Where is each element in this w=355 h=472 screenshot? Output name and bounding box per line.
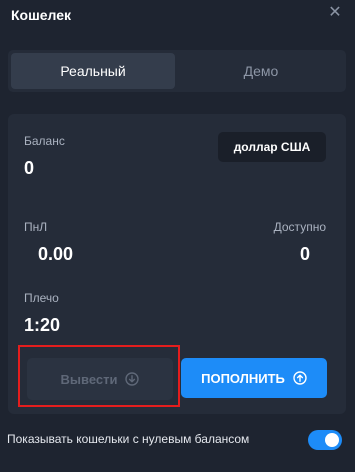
wallet-header: Кошелек ✕ [0, 0, 355, 32]
currency-badge[interactable]: доллар США [218, 132, 326, 162]
available-label: Доступно [273, 220, 326, 234]
deposit-button-label: ПОПОЛНИТЬ [201, 370, 285, 386]
wallet-title: Кошелек [11, 7, 72, 23]
account-type-tabs: Реальный Демо [8, 50, 346, 92]
pnl-value: 0.00 [38, 244, 74, 264]
leverage-label: Плечо [24, 291, 59, 305]
pnl-label: ПнЛ [24, 220, 48, 234]
balance-label: Баланс [24, 134, 65, 148]
arrow-up-circle-icon [293, 371, 307, 385]
balance-value: 0 [24, 158, 35, 178]
wallet-card: Баланс 0 доллар США ПнЛ 0.00 Доступно 0 … [8, 114, 346, 414]
show-zero-balance-toggle[interactable] [308, 430, 342, 450]
tab-real[interactable]: Реальный [11, 53, 175, 89]
toggle-knob [325, 433, 339, 447]
available-value: 0 [299, 244, 310, 264]
deposit-button[interactable]: ПОПОЛНИТЬ [181, 358, 327, 398]
show-zero-balance-label: Показывать кошельки с нулевым балансом [7, 432, 250, 446]
close-icon[interactable]: ✕ [326, 4, 344, 22]
tab-demo[interactable]: Демо [179, 53, 343, 89]
leverage-value: 1:20 [24, 315, 61, 335]
withdraw-highlight-box [18, 345, 180, 407]
